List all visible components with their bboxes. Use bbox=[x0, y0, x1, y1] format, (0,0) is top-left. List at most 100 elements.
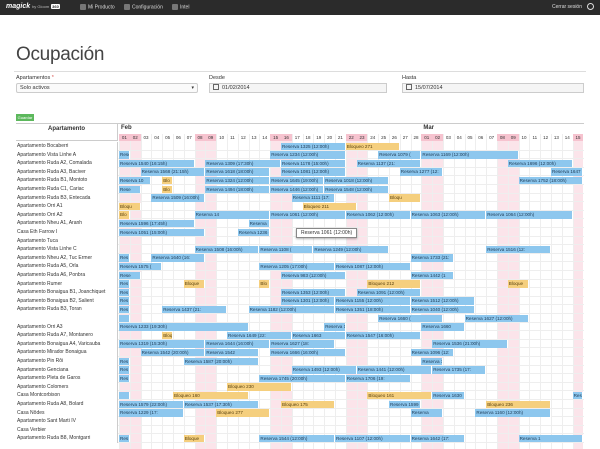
apartment-name[interactable]: Apartamento Pin Rôi bbox=[16, 357, 118, 366]
apartment-name[interactable]: Apartamento Pleta de Garos bbox=[16, 374, 118, 383]
reservation-bar[interactable]: Reserva bbox=[572, 391, 584, 400]
reservation-bar[interactable]: Reserva 1647 (21: bbox=[551, 168, 584, 176]
reservation-bar[interactable]: Reserva 1111 (17: bbox=[291, 194, 335, 202]
reservation-bar[interactable]: Reserva 1735 (17: bbox=[432, 366, 487, 374]
apartment-name[interactable]: Apartamento Rumer bbox=[16, 279, 118, 289]
block-bar[interactable]: Bloqueo 160 bbox=[173, 391, 249, 400]
reservation-bar[interactable]: Reserva 1441 (12:00h) bbox=[356, 366, 433, 374]
reservation-bar[interactable]: Reserva 1745 (20:00h) bbox=[259, 374, 346, 383]
reservation-bar[interactable]: Reserva 1544 (12:00h) bbox=[259, 434, 335, 443]
reservation-bar[interactable]: Reserva 1324 (12:00h) bbox=[205, 176, 271, 185]
apartment-name[interactable]: Apartamento Ruda B3, Entecada bbox=[16, 193, 118, 203]
apartment-name[interactable]: Apartamento Ruda A3, Baciver bbox=[16, 167, 118, 177]
apartment-name[interactable]: Apartamento Ruda B3, Toran bbox=[16, 305, 118, 314]
apartment-name[interactable]: Apartamento Tuca bbox=[16, 236, 118, 246]
reservation-bar[interactable]: Reserva 1107 (12:00h) bbox=[335, 434, 411, 443]
reservation-bar[interactable]: Reserva 1309 (17:30h) bbox=[205, 159, 281, 168]
apartment-name[interactable]: Apartamento Orri A1 bbox=[16, 202, 118, 211]
apartment-name[interactable]: Casa Montcorbison bbox=[16, 391, 118, 400]
reservation-bar[interactable]: Reserva 1229 (17: bbox=[119, 409, 184, 417]
reservation-bar[interactable]: Reserva 1641 (1 bbox=[421, 357, 443, 366]
reservation-bar[interactable]: Reserva 1536 (21:00h) bbox=[432, 340, 508, 348]
block-bar[interactable]: Blo bbox=[259, 280, 271, 288]
block-bar[interactable]: Bloqueo 175 bbox=[281, 400, 335, 409]
reservation-bar[interactable]: Reserva 1696 (12:00h) bbox=[507, 159, 573, 168]
reservation-bar[interactable]: Reserva 1660 ( bbox=[378, 314, 443, 323]
apartment-name[interactable]: Apartamento Ruda B8, Montgarri bbox=[16, 434, 118, 443]
reservation-bar[interactable]: Reserva 1512 (12:00h) bbox=[410, 297, 476, 305]
reservation-bar[interactable]: Rese bbox=[119, 185, 141, 194]
apartment-name[interactable]: Apartamento Genciana bbox=[16, 365, 118, 375]
block-bar[interactable]: Blo bbox=[119, 211, 130, 219]
reservation-bar[interactable]: Reserva 1649 (22: bbox=[227, 331, 292, 340]
block-bar[interactable]: Bloqueo 277 bbox=[216, 409, 271, 417]
reservation-bar[interactable]: Reserva 1061 (12:00h) bbox=[270, 211, 346, 219]
reservation-bar[interactable]: Reserva 1516 (12: bbox=[486, 245, 551, 254]
reservation-bar[interactable]: Res bbox=[119, 288, 130, 297]
apartment-name[interactable]: Apartamento Vista Linhe C bbox=[16, 245, 118, 254]
logout-link[interactable]: Cerrar sesión bbox=[552, 4, 582, 10]
reservation-bar[interactable]: Reserva 1155 (12:00h) bbox=[335, 297, 411, 305]
reservation-bar[interactable]: Reserva 1325 (12:00h) bbox=[281, 142, 346, 151]
apartment-name[interactable]: Apartamento Vista Linhe A bbox=[16, 150, 118, 160]
nav-configuracion[interactable]: Configuración bbox=[124, 4, 163, 10]
reservation-bar[interactable]: Reserva 1627 (12:00h) bbox=[464, 314, 530, 323]
apartment-name[interactable]: Apartamento Sant Marti IV bbox=[16, 417, 118, 426]
apartment-name[interactable]: Apartamento Ruda A8, Bolard bbox=[16, 400, 118, 409]
reservation-bar[interactable]: Reserva 1182 (12:00h) bbox=[248, 305, 335, 314]
reservation-bar[interactable]: Reserva 1642 (17: bbox=[410, 434, 465, 443]
reservation-bar[interactable]: Res bbox=[119, 280, 130, 288]
apartment-name[interactable] bbox=[16, 314, 118, 323]
nav-intel[interactable]: Intel bbox=[172, 4, 189, 10]
reservation-bar[interactable]: Reserva 1178 (15:00h) bbox=[281, 159, 346, 168]
reservation-bar[interactable]: Res bbox=[119, 305, 130, 314]
apartment-name[interactable]: Apartamento Mirador Bonaigua bbox=[16, 348, 118, 357]
block-bar[interactable]: Blo bbox=[162, 176, 173, 185]
reservation-bar[interactable]: Reserva 1630 bbox=[432, 391, 465, 400]
apartment-name[interactable]: Apartamento Bonaigua A4, Varicauba bbox=[16, 339, 118, 349]
apartment-name[interactable]: Apartamento Bonaigua B2, Salient bbox=[16, 296, 118, 306]
reservation-bar[interactable]: Reserva bbox=[119, 151, 130, 159]
reservation-bar[interactable]: Res bbox=[119, 366, 130, 374]
apartment-name[interactable]: Casa Verbier bbox=[16, 425, 118, 435]
block-bar[interactable]: Bloq bbox=[162, 331, 173, 340]
reservation-bar[interactable]: Reserva 1493 (12:00h) bbox=[291, 366, 357, 374]
power-icon[interactable] bbox=[587, 3, 594, 10]
apartment-name[interactable]: Casa Nôdes bbox=[16, 408, 118, 418]
apartment-name[interactable]: Apartamento Bocaberri bbox=[16, 142, 118, 151]
apartment-name[interactable]: Apartamento Colomers bbox=[16, 382, 118, 392]
reservation-bar[interactable]: Reserva 1666 (16:00h) bbox=[270, 348, 346, 357]
reservation-bar[interactable]: Reserva 1301 (12:00h) bbox=[281, 297, 335, 305]
reservation-bar[interactable]: Reserva 1018 (12:00h) bbox=[324, 176, 389, 185]
reservation-bar[interactable]: Reserva 1353 (12:00h) bbox=[281, 288, 346, 297]
reservation-bar[interactable]: Reserva 1236 (16: bbox=[237, 228, 271, 237]
reservation-bar[interactable]: Rese bbox=[119, 271, 141, 280]
block-bar[interactable]: Bloqueo 212 bbox=[367, 280, 422, 288]
reservation-bar[interactable]: Reserva 1160 (12:00h) bbox=[475, 409, 551, 417]
reservation-bar[interactable]: Reserva 1096 (12: bbox=[410, 348, 454, 357]
reservation-bar[interactable]: Reserva 1596 (17:45h) bbox=[119, 219, 195, 228]
block-bar[interactable]: Bloqueo 236 bbox=[486, 400, 551, 409]
reservation-bar[interactable]: Reserva 1 bbox=[518, 434, 584, 443]
reservation-bar[interactable]: Reserva bbox=[248, 219, 271, 228]
apartment-name[interactable]: Apartamento Ruda A2, Comalada bbox=[16, 159, 118, 168]
reservation-bar[interactable]: Reserva 1205 (17:00h) bbox=[259, 262, 335, 271]
reservation-bar[interactable]: Reserva 1752 (18:00h) bbox=[518, 176, 584, 185]
reservation-bar[interactable]: Res bbox=[119, 434, 130, 443]
reservation-bar[interactable]: Res bbox=[119, 254, 130, 262]
reservation-bar[interactable]: Reserva 1542 bbox=[205, 348, 260, 357]
reservation-bar[interactable]: Reserva 1081 (12:00h) bbox=[281, 168, 346, 176]
reservation-bar[interactable]: Reserva 1442 (1 bbox=[410, 271, 454, 280]
reservation-bar[interactable]: Reserva 1537 (17:30h) bbox=[183, 400, 260, 409]
from-date-input[interactable]: 01/02/2014 bbox=[209, 83, 387, 93]
apartment-name[interactable]: Casa Eth Farrow I bbox=[16, 228, 118, 237]
reservation-bar[interactable]: Reserva 1730 ( bbox=[324, 323, 346, 331]
block-bar[interactable]: Bloqueo 230 bbox=[227, 383, 292, 391]
reservation-bar[interactable] bbox=[119, 314, 130, 323]
reservation-bar[interactable]: Reserva 1540 (16:15h) bbox=[119, 159, 195, 168]
block-bar[interactable]: Bloqueo 161 bbox=[367, 391, 433, 400]
reservation-bar[interactable]: Reserva 1446 (12:00h) bbox=[270, 185, 325, 194]
apartment-name[interactable]: Apartamento Ruda B1, Montoto bbox=[16, 176, 118, 185]
apartment-name[interactable]: Apartamento Ruda C1, Cariac bbox=[16, 185, 118, 194]
reservation-bar[interactable]: Reserva 1249 (12:00h) bbox=[313, 245, 389, 254]
